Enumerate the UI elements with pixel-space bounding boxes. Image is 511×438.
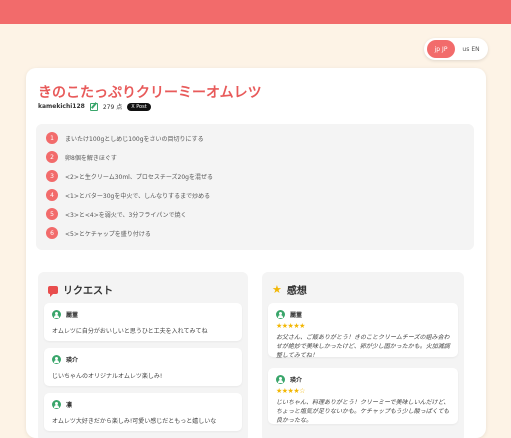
language-toggle[interactable]: jp JP us EN: [424, 38, 488, 60]
step-item: 5 <3>と<4>を弱火で、3分フライパンで焼く: [46, 208, 187, 220]
lang-jp-button[interactable]: jp JP: [427, 40, 455, 58]
top-banner: [0, 0, 511, 24]
reviews-panel: ★ 感想 麗菫 ★★★★★ お父さん、ご飯ありがとう！きのことクリームチーズの組…: [262, 272, 464, 438]
user-icon: [276, 375, 285, 384]
user-icon: [52, 355, 61, 364]
lang-en-button[interactable]: us EN: [457, 40, 485, 58]
lang-en-label: EN: [471, 45, 480, 53]
recipe-meta: kamekichi128 279 点 X Post: [38, 102, 151, 111]
step-number: 5: [46, 208, 58, 220]
steps-list: 1 まいたけ100gとしめじ100gをさいの目切りにする 2 卵8個を解きほぐす…: [36, 124, 474, 250]
reviews-header: ★ 感想: [272, 282, 307, 297]
step-item: 2 卵8個を解きほぐす: [46, 151, 117, 163]
x-post-button[interactable]: X Post: [127, 102, 151, 111]
star-icon: ★: [272, 283, 282, 296]
step-number: 2: [46, 151, 58, 163]
user-icon: [52, 400, 61, 409]
review-item: 麗菫 ★★★★★ お父さん、ご飯ありがとう！きのことクリームチーズの組み合わせが…: [268, 303, 458, 359]
step-text: <3>と<4>を弱火で、3分フライパンで焼く: [65, 211, 187, 219]
step-item: 3 <2>と生クリーム30ml、プロセスチーズ20gを混ぜる: [46, 170, 213, 182]
request-user: 麗菫: [66, 312, 79, 319]
step-text: <2>と生クリーム30ml、プロセスチーズ20gを混ぜる: [65, 173, 213, 181]
rating-stars: ★★★★★: [276, 322, 305, 330]
request-item: 瑛介 じいちゃんのオリジナルオムレツ楽しみ!: [44, 348, 242, 386]
step-text: 卵8個を解きほぐす: [65, 154, 117, 162]
step-text: <5>とケチャップを盛り付ける: [65, 230, 151, 238]
recipe-title: きのこたっぷりクリーミーオムレツ: [38, 85, 262, 101]
request-text: じいちゃんのオリジナルオムレツ楽しみ!: [52, 373, 163, 380]
request-user: 凛: [66, 402, 73, 409]
request-text: オムレツに自分がおいしいと思うひと工夫を入れてみてね: [52, 328, 208, 335]
request-user: 瑛介: [66, 357, 79, 364]
author-name[interactable]: kamekichi128: [38, 103, 85, 110]
points-count: 279 点: [102, 104, 123, 111]
reviews-title: 感想: [286, 286, 307, 297]
requests-title: リクエスト: [63, 286, 113, 297]
step-text: <1>とバター30gを中火で、しんなりするまで炒める: [65, 192, 211, 200]
chat-icon: [48, 285, 58, 297]
step-number: 4: [46, 189, 58, 201]
lang-jp-label: JP: [442, 45, 448, 53]
request-item: 麗菫 オムレツに自分がおいしいと思うひと工夫を入れてみてね: [44, 303, 242, 341]
step-number: 3: [46, 170, 58, 182]
step-text: まいたけ100gとしめじ100gをさいの目切りにする: [65, 135, 204, 143]
user-icon: [52, 310, 61, 319]
review-item: 瑛介 ★★★★☆ じいちゃん、料理ありがとう！クリーミーで美味しいんだけど、ちょ…: [268, 368, 458, 424]
request-text: オムレツ大好きだから楽しみ!可愛い感じだともっと嬉しいな: [52, 418, 217, 425]
step-item: 1 まいたけ100gとしめじ100gをさいの目切りにする: [46, 132, 204, 144]
recipe-card: きのこたっぷりクリーミーオムレツ kamekichi128 279 点 X Po…: [26, 68, 486, 438]
rating-stars: ★★★★☆: [276, 387, 305, 395]
review-user: 瑛介: [290, 377, 303, 384]
requests-header: リクエスト: [48, 282, 113, 297]
step-number: 1: [46, 132, 58, 144]
step-item: 4 <1>とバター30gを中火で、しんなりするまで炒める: [46, 189, 210, 201]
review-text: お父さん、ご飯ありがとう！きのことクリームチーズの組み合わせが絶妙で美味しかった…: [276, 334, 450, 359]
user-icon: [276, 310, 285, 319]
us-flag-icon: us: [462, 45, 470, 53]
step-number: 6: [46, 227, 58, 239]
step-item: 6 <5>とケチャップを盛り付ける: [46, 227, 151, 239]
request-item: 凛 オムレツ大好きだから楽しみ!可愛い感じだともっと嬉しいな: [44, 393, 242, 431]
jp-flag-icon: jp: [434, 45, 441, 53]
review-text: じいちゃん、料理ありがとう！クリーミーで美味しいんだけど、ちょっと塩気が足りない…: [276, 399, 450, 424]
edit-icon[interactable]: [89, 102, 98, 111]
requests-panel: リクエスト 麗菫 オムレツに自分がおいしいと思うひと工夫を入れてみてね 瑛介 じ…: [38, 272, 248, 438]
review-user: 麗菫: [290, 312, 303, 319]
